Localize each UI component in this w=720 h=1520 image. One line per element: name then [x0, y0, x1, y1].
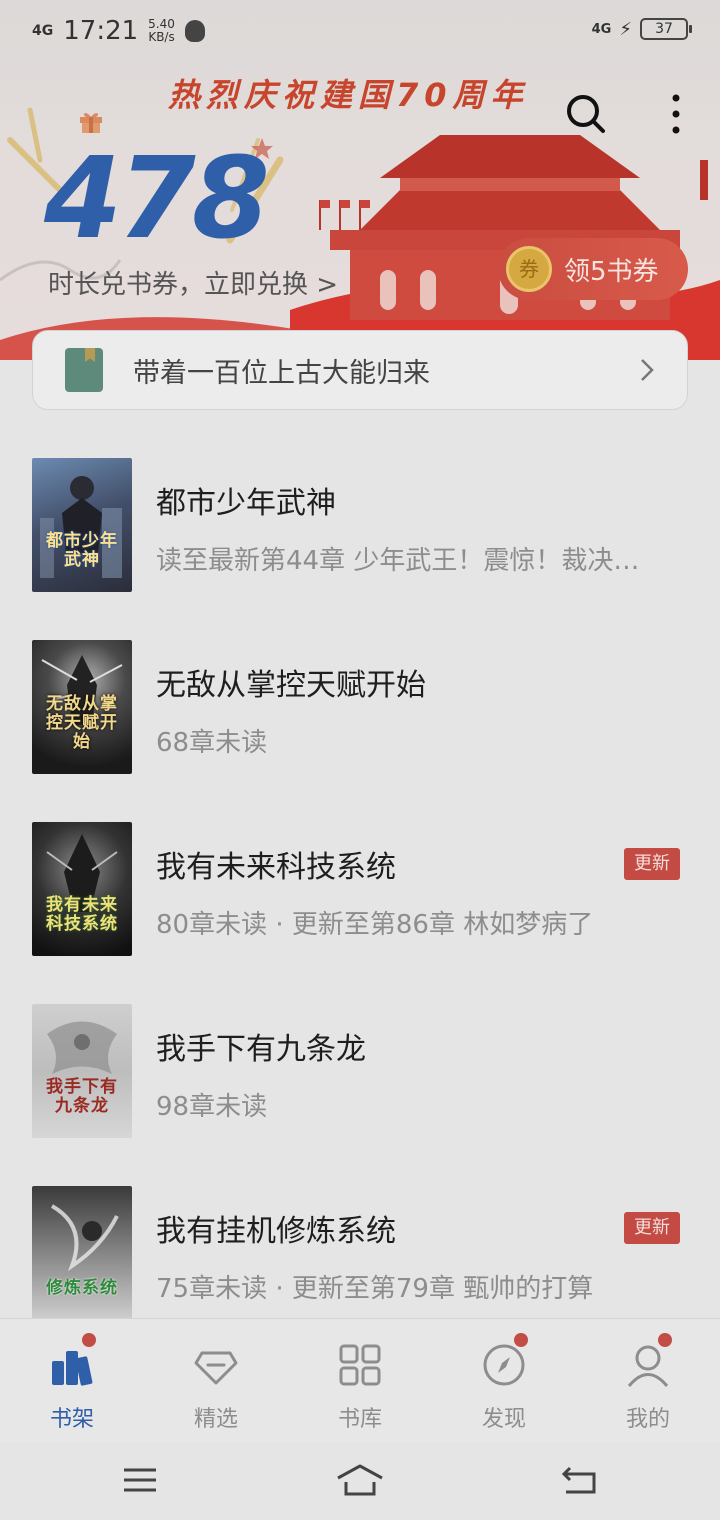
grid-icon [339, 1344, 381, 1386]
user-icon [627, 1345, 669, 1387]
signal-indicator: 4G [32, 23, 54, 39]
book-title: 我有未来科技系统 [156, 850, 396, 885]
book-progress: 68章未读 [156, 728, 268, 758]
reading-time-count: 478 [44, 134, 270, 264]
book-cover: 都市少年武神 [32, 458, 132, 592]
update-badge: 更新 [624, 848, 680, 880]
book-item[interactable]: 无敌从掌控天赋开始 无敌从掌控天赋开始 68章未读 [0, 620, 720, 780]
battery-indicator: 37 [640, 18, 692, 40]
update-badge: 更新 [624, 1212, 680, 1244]
home-icon[interactable] [334, 1462, 386, 1498]
book-item[interactable]: 我手下有九条龙 我手下有九条龙 98章未读 [0, 984, 720, 1144]
book-title: 我有挂机修炼系统 [156, 1214, 396, 1249]
compass-icon [483, 1344, 525, 1386]
coupon-badge: 券 [506, 246, 552, 292]
system-navigation-bar [0, 1442, 720, 1520]
claim-coupon-button[interactable]: 券 领5书券 [498, 238, 688, 300]
diamond-icon [194, 1351, 238, 1385]
tab-discover[interactable]: 发现 [432, 1319, 576, 1443]
mobile-data-indicator: 4G [591, 21, 612, 37]
status-time: 17:21 [63, 16, 139, 46]
tab-library[interactable]: 书库 [288, 1319, 432, 1443]
tab-label: 我的 [625, 1407, 670, 1432]
tab-label: 精选 [193, 1407, 238, 1432]
tab-label: 发现 [481, 1407, 526, 1432]
book-item[interactable]: 我有未来科技系统 我有未来科技系统 80章未读 · 更新至第86章 林如梦病了 … [0, 802, 720, 962]
status-bar: 4G 17:21 5.40 KB/s 4G ⚡ 37 [0, 0, 720, 64]
charging-icon: ⚡ [619, 18, 632, 40]
book-progress: 75章未读 · 更新至第79章 甄帅的打算 [156, 1274, 594, 1304]
book-progress: 98章未读 [156, 1092, 268, 1122]
book-progress: 80章未读 · 更新至第86章 林如梦病了 [156, 910, 594, 940]
recommendation-card[interactable]: 带着一百位上古大能归来 [32, 330, 688, 410]
book-progress: 读至最新第44章 少年武王！震惊！裁决… [156, 546, 640, 576]
bottom-tab-bar: 书架 精选 书库 发现 我的 [0, 1318, 720, 1442]
book-item[interactable]: 修炼系统 我有挂机修炼系统 75章未读 · 更新至第79章 甄帅的打算 更新 [0, 1166, 720, 1326]
tab-bookshelf[interactable]: 书架 [0, 1319, 144, 1443]
menu-icon[interactable] [120, 1462, 160, 1498]
notification-dot [514, 1333, 528, 1347]
notification-dot [82, 1333, 96, 1347]
book-cover: 无敌从掌控天赋开始 [32, 640, 132, 774]
tab-featured[interactable]: 精选 [144, 1319, 288, 1443]
coupon-button-label: 领5书券 [564, 256, 659, 287]
back-icon[interactable] [560, 1462, 600, 1498]
book-title: 都市少年武神 [156, 486, 336, 521]
book-cover: 我手下有九条龙 [32, 1004, 132, 1138]
network-speed: 5.40 KB/s [148, 17, 175, 44]
tab-label: 书架 [49, 1407, 94, 1432]
chevron-right-icon [641, 359, 654, 381]
book-item[interactable]: 都市少年武神 都市少年武神 读至最新第44章 少年武王！震惊！裁决… [0, 438, 720, 598]
header-banner: 4G 17:21 5.40 KB/s 4G ⚡ 37 热烈庆祝建国70周年 47… [0, 0, 720, 360]
tab-profile[interactable]: 我的 [576, 1319, 720, 1443]
notification-dot [658, 1333, 672, 1347]
tab-label: 书库 [337, 1407, 382, 1432]
bookshelf-icon [52, 1351, 93, 1386]
book-title: 我手下有九条龙 [156, 1032, 366, 1067]
book-cover: 修炼系统 [32, 1186, 132, 1320]
book-icon [65, 348, 103, 392]
book-cover: 我有未来科技系统 [32, 822, 132, 956]
book-title: 无敌从掌控天赋开始 [156, 668, 426, 703]
qq-notification-icon [184, 20, 205, 42]
recommendation-text: 带着一百位上古大能归来 [133, 357, 430, 389]
